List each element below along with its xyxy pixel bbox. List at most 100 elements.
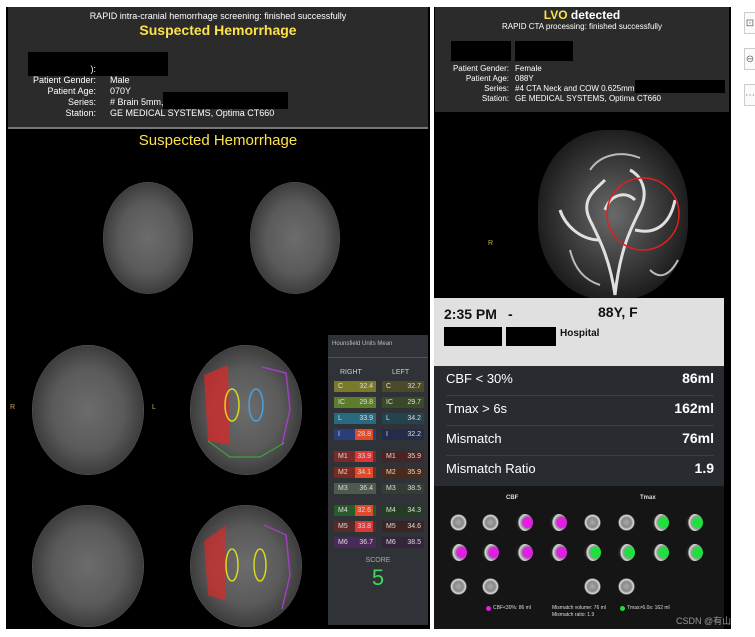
hu-region-name: M5	[338, 523, 348, 530]
hu-region-name: M1	[338, 453, 348, 460]
mismatch-volume-legend: Mismatch volume: 76 ml	[552, 605, 606, 611]
zoom-icon[interactable]: ⊖	[744, 48, 755, 70]
perfusion-map-thumbnail	[652, 544, 669, 561]
metric-value: 76ml	[682, 430, 714, 446]
hu-region-name: IC	[338, 399, 345, 406]
hu-region-name: M4	[386, 507, 396, 514]
perfusion-map-thumbnail	[686, 514, 703, 531]
left-column-header: LEFT	[392, 369, 410, 376]
metric-label: Mismatch	[446, 431, 502, 446]
redacted-box	[635, 80, 725, 93]
hu-region-name: M2	[386, 469, 396, 476]
hu-region-name: M2	[338, 469, 348, 476]
lvo-title-accent: LVO	[543, 8, 568, 22]
image-icon[interactable]: ⊡	[744, 12, 755, 34]
right-column-header: RIGHT	[340, 369, 362, 376]
ct-slice-mid-left	[32, 345, 144, 475]
hu-left-cell: L 34.2	[382, 413, 424, 424]
perfusion-map-thumbnail	[550, 544, 567, 561]
age-value: 088Y	[515, 74, 534, 83]
perfusion-map-thumbnail	[584, 514, 601, 531]
hu-region-value: 34.6	[407, 523, 421, 530]
mca-region-outline	[207, 440, 285, 458]
hu-region-value: 32.4	[359, 383, 373, 390]
perfusion-map-thumbnail	[584, 578, 601, 595]
hu-region-name: L	[386, 415, 390, 422]
hemorrhage-region	[204, 365, 230, 445]
hu-region-value: 28.8	[355, 429, 373, 440]
series-label: Series:	[484, 84, 509, 93]
header-title: Suspected Hemorrhage	[139, 22, 297, 38]
hemorrhage-region	[204, 525, 226, 601]
cbf-label: CBF	[506, 495, 519, 501]
hu-region-value: 29.8	[359, 399, 373, 406]
hospital-label: Hospital	[560, 328, 600, 339]
mca-region-outline	[263, 524, 291, 610]
scan-title: Suspected Hemorrhage	[138, 132, 298, 149]
hu-region-value: 36.4	[359, 485, 373, 492]
metric-label: Mismatch Ratio	[446, 461, 536, 476]
divider	[8, 127, 428, 129]
time-label: 2:35 PM	[444, 306, 497, 322]
perfusion-topbar: 2:35 PM - 88Y, F Hospital	[434, 298, 724, 366]
more-icon[interactable]: ⋯	[744, 84, 755, 106]
hu-region-value: 33.9	[359, 415, 373, 422]
divider	[328, 357, 428, 358]
metric-value: 1.9	[694, 460, 714, 476]
hu-region-value: 32.7	[407, 383, 421, 390]
hu-region-value: 36.7	[359, 539, 373, 546]
series-value: #4 CTA Neck and COW 0.625mm,	[515, 84, 637, 93]
score-label: SCORE	[365, 557, 391, 564]
perfusion-map-thumbnail	[618, 514, 635, 531]
cbf-legend-dot	[486, 606, 491, 611]
hu-left-cell: IC 29.7	[382, 397, 424, 408]
station-value: GE MEDICAL SYSTEMS, Optima CT660	[110, 108, 275, 118]
hu-left-cell: M6 38.5	[382, 537, 424, 548]
hu-table: Hounsfield Units Mean RIGHT LEFT C 32.4 C 3…	[328, 335, 428, 625]
hu-region-name: M4	[338, 507, 348, 514]
lvo-title: LVO detected	[435, 8, 729, 22]
score-value: 5	[371, 565, 385, 590]
hu-right-cell: IC 29.8	[334, 397, 376, 408]
redacted-box	[506, 327, 556, 346]
hu-region-name: M3	[386, 485, 396, 492]
hu-region-value: 33.9	[355, 451, 373, 462]
gender-value: Male	[110, 75, 130, 85]
perfusion-map-thumbnail	[482, 544, 499, 561]
metric-label: CBF < 30%	[446, 371, 513, 386]
dash-label: -	[508, 306, 513, 322]
gender-label: Patient Gender:	[32, 75, 96, 85]
perfusion-map-thumbnail	[482, 514, 499, 531]
hu-region-value: 32.2	[407, 431, 421, 438]
watermark: CSDN @有山	[676, 616, 732, 626]
ct-slice-upper-left	[103, 182, 193, 294]
redacted-box	[515, 41, 573, 61]
vessel-path	[569, 153, 679, 286]
hu-right-cell: L 33.9	[334, 413, 376, 424]
mismatch-ratio-legend: Mismatch ratio: 1.9	[552, 612, 595, 618]
perfusion-map-thumbnail	[516, 544, 533, 561]
redacted-box	[451, 41, 511, 61]
hu-region-value: 32.6	[355, 505, 373, 516]
aspects-overlay-low	[204, 524, 291, 610]
patient-label: 88Y, F	[598, 304, 638, 320]
metric-value: 162ml	[674, 400, 714, 416]
hu-right-cell: M2 34.1	[334, 467, 376, 478]
metric-value: 86ml	[682, 370, 714, 386]
aspects-overlay-mid	[204, 365, 291, 458]
age-value: 070Y	[110, 86, 132, 96]
lvo-header: LVO detected RAPID CTA processing: finis…	[435, 7, 729, 112]
hu-right-cell: M1 33.9	[334, 451, 376, 462]
hu-left-cell: M2 35.9	[382, 467, 424, 478]
metric-row: Mismatch 76ml	[446, 426, 714, 456]
hu-right-cell: M4 32.6	[334, 505, 376, 516]
hu-region-value: 33.8	[355, 521, 373, 532]
hu-region-name: L	[338, 415, 342, 422]
hu-right-cell: M5 33.8	[334, 521, 376, 532]
tmax-label: Tmax	[640, 495, 656, 501]
redacted-box	[163, 92, 288, 109]
hu-region-name: I	[386, 431, 388, 438]
lvo-title-rest: detected	[570, 8, 621, 22]
hu-region-value: 34.2	[407, 415, 421, 422]
hu-region-name: C	[386, 383, 392, 390]
